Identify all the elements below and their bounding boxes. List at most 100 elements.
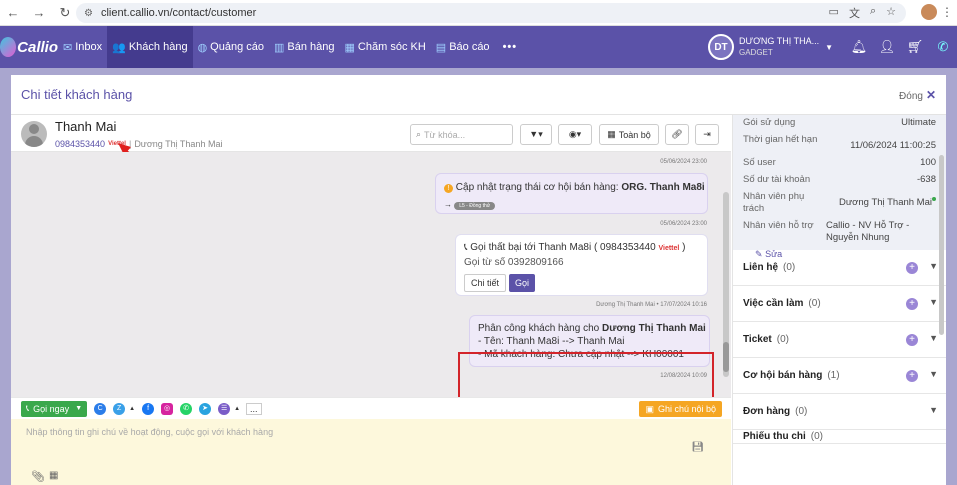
more-icon[interactable]: ••• bbox=[495, 26, 526, 68]
site-settings-icon[interactable]: ⚙ bbox=[84, 8, 93, 19]
info-key: Số user bbox=[743, 157, 776, 168]
add-icon[interactable]: + bbox=[906, 334, 918, 346]
more-channels-button[interactable]: ... bbox=[246, 402, 262, 415]
internal-note-button[interactable]: ▣ Ghi chú nội bộ bbox=[639, 401, 722, 417]
cast-icon[interactable]: ▭ bbox=[829, 5, 839, 21]
profile-avatar[interactable] bbox=[921, 4, 937, 20]
channel-button[interactable]: ◉▾ bbox=[558, 124, 592, 145]
add-icon[interactable]: + bbox=[906, 262, 918, 274]
assign-name-change: - Tên: Thanh Ma8i --> Thanh Mai bbox=[478, 336, 625, 347]
callio-channel-icon[interactable]: C bbox=[94, 402, 107, 415]
forward-icon[interactable]: → bbox=[26, 5, 52, 20]
info-icon: ! bbox=[444, 184, 453, 193]
call-now-button[interactable]: 📞︎ Gọi ngay ▼ bbox=[21, 400, 88, 417]
call-back-button[interactable]: Gọi bbox=[509, 274, 535, 292]
grid-icon: ▦ bbox=[344, 41, 355, 54]
close-label: Đóng bbox=[899, 90, 923, 102]
chevron-down-icon[interactable]: ▼ bbox=[929, 369, 938, 379]
section-ticket[interactable]: Ticket (0) + ▼ bbox=[733, 322, 946, 358]
section-deals[interactable]: Cơ hội bán hàng (1) + ▼ bbox=[733, 358, 946, 394]
filter-icon: ▼▾ bbox=[529, 129, 543, 139]
search-input[interactable]: ⌕ Từ khóa... bbox=[410, 124, 513, 145]
section-todo[interactable]: Việc cần làm (0) + ▼ bbox=[733, 286, 946, 322]
section-count: (0) bbox=[808, 298, 821, 309]
link-icon: 🔗︎ bbox=[671, 129, 683, 139]
phone-icon: 📞︎ bbox=[464, 242, 468, 253]
call-carrier: Viettel bbox=[658, 245, 680, 252]
section-receipts[interactable]: Phiếu thu chi (0) bbox=[733, 430, 946, 444]
facebook-icon[interactable]: f bbox=[142, 402, 155, 415]
nav-customers[interactable]: 👥 Khách hàng bbox=[107, 26, 193, 68]
chevron-down-icon[interactable]: ▼ bbox=[929, 333, 938, 343]
section-orders[interactable]: Đơn hàng (0) ▼ bbox=[733, 394, 946, 430]
nav-label: Inbox bbox=[75, 41, 103, 53]
account-info: Gói sử dụng Ultimate Thời gian hết hạn 11/… bbox=[733, 115, 946, 259]
section-count: (0) bbox=[795, 406, 808, 417]
calendar-icon[interactable]: ▦ bbox=[49, 470, 58, 481]
all-label: Toàn bộ bbox=[618, 129, 651, 140]
team-icon[interactable]: 👤︎ bbox=[873, 39, 901, 55]
bell-icon[interactable]: 🔔︎ bbox=[845, 39, 873, 55]
section-label: Ticket bbox=[743, 334, 772, 345]
info-value: Dương Thị Thanh Mai bbox=[838, 197, 932, 208]
zoom-icon[interactable]: ⌕ bbox=[870, 5, 876, 21]
feed-scrollbar[interactable] bbox=[723, 192, 729, 377]
translate-icon[interactable]: 文 bbox=[849, 5, 860, 21]
detail-button[interactable]: Chi tiết bbox=[464, 274, 506, 292]
close-button[interactable]: Đóng ✕ bbox=[899, 88, 936, 102]
stage-tag: L5 - Đồng thử bbox=[454, 202, 496, 210]
address-bar[interactable]: ⚙ client.callio.vn/contact/customer ▭ 文 … bbox=[76, 3, 906, 23]
call-failed-card: 📞︎ Gọi thất bại tới Thanh Ma8i ( 0984353… bbox=[455, 234, 708, 296]
contact-phone[interactable]: 0984353440 bbox=[55, 139, 105, 149]
globe-icon: ◉▾ bbox=[568, 129, 582, 139]
all-activity-button[interactable]: ▦ Toàn bộ bbox=[599, 124, 659, 145]
nav-ads[interactable]: ◍ Quảng cáo bbox=[193, 26, 269, 68]
paperclip-icon[interactable]: 📎︎ bbox=[31, 470, 45, 483]
caret-up-icon[interactable]: ▲ bbox=[129, 406, 135, 412]
close-icon: ✕ bbox=[925, 87, 936, 102]
instagram-icon[interactable]: ◎ bbox=[161, 402, 174, 415]
filter-button[interactable]: ▼▾ bbox=[520, 124, 552, 145]
chevron-down-icon[interactable]: ▼ bbox=[929, 297, 938, 307]
activity-meta: Dương Thị Thanh Mai • 17/07/2024 10:16 bbox=[596, 302, 707, 308]
contact-header: Thanh Mai 0984353440 Viettel | Dương Thị… bbox=[11, 115, 731, 188]
caret-up-icon[interactable]: ▲ bbox=[234, 406, 240, 412]
link-button[interactable]: 🔗︎ bbox=[665, 124, 689, 145]
chevron-down-icon[interactable]: ▼ bbox=[929, 405, 938, 415]
telegram-icon[interactable]: ➤ bbox=[199, 402, 212, 415]
add-icon[interactable]: + bbox=[906, 370, 918, 382]
user-menu[interactable]: DƯƠNG THỊ THA... GADGET bbox=[739, 36, 819, 58]
save-icon[interactable]: 💾︎ bbox=[691, 442, 704, 453]
section-contacts[interactable]: Liên hệ (0) + ▼ bbox=[733, 250, 946, 286]
whatsapp-icon[interactable]: ✆ bbox=[180, 402, 193, 415]
url-text: client.callio.vn/contact/customer bbox=[100, 7, 257, 19]
nav-reports[interactable]: ▤ Báo cáo bbox=[431, 26, 495, 68]
nav-sales[interactable]: ▥ Bán hàng bbox=[269, 26, 340, 68]
chat-icon[interactable]: ☰ bbox=[218, 402, 231, 415]
logo-text: Callio bbox=[17, 38, 58, 56]
export-button[interactable]: ⇥ bbox=[695, 124, 719, 145]
assign-text: Phân công khách hàng cho bbox=[478, 323, 600, 334]
callio-logo[interactable]: Callio bbox=[0, 26, 58, 68]
contact-avatar bbox=[21, 121, 47, 147]
nav-inbox[interactable]: ✉ Inbox bbox=[58, 26, 107, 68]
bookmark-star-icon[interactable]: ☆ bbox=[886, 5, 896, 21]
nav-customer-care[interactable]: ▦ Chăm sóc KH bbox=[340, 26, 431, 68]
chevron-down-icon[interactable]: ▼ bbox=[825, 43, 833, 52]
add-icon[interactable]: + bbox=[906, 298, 918, 310]
assign-user: Dương Thị Thanh Mai bbox=[602, 323, 706, 334]
phone-widget-icon[interactable]: ✆ bbox=[929, 39, 957, 55]
nav-label: Bán hàng bbox=[287, 41, 335, 53]
browser-menu-icon[interactable]: ⋮ bbox=[941, 5, 953, 19]
sidebar-scrollbar[interactable] bbox=[939, 155, 944, 335]
nav-label: Khách hàng bbox=[128, 41, 188, 53]
note-editor[interactable]: Nhập thông tin ghi chú về hoạt động, cuộ… bbox=[11, 419, 731, 485]
user-avatar[interactable]: DT bbox=[708, 34, 734, 60]
cart-icon[interactable]: 🛒︎ bbox=[901, 39, 929, 55]
info-key: Nhân viên phụ trách bbox=[743, 191, 805, 214]
back-icon[interactable]: ← bbox=[0, 5, 26, 20]
zalo-icon[interactable]: Z bbox=[113, 402, 126, 415]
reload-icon[interactable]: ↻ bbox=[52, 5, 78, 21]
chevron-down-icon[interactable]: ▼ bbox=[929, 261, 938, 271]
section-count: (1) bbox=[827, 370, 840, 381]
